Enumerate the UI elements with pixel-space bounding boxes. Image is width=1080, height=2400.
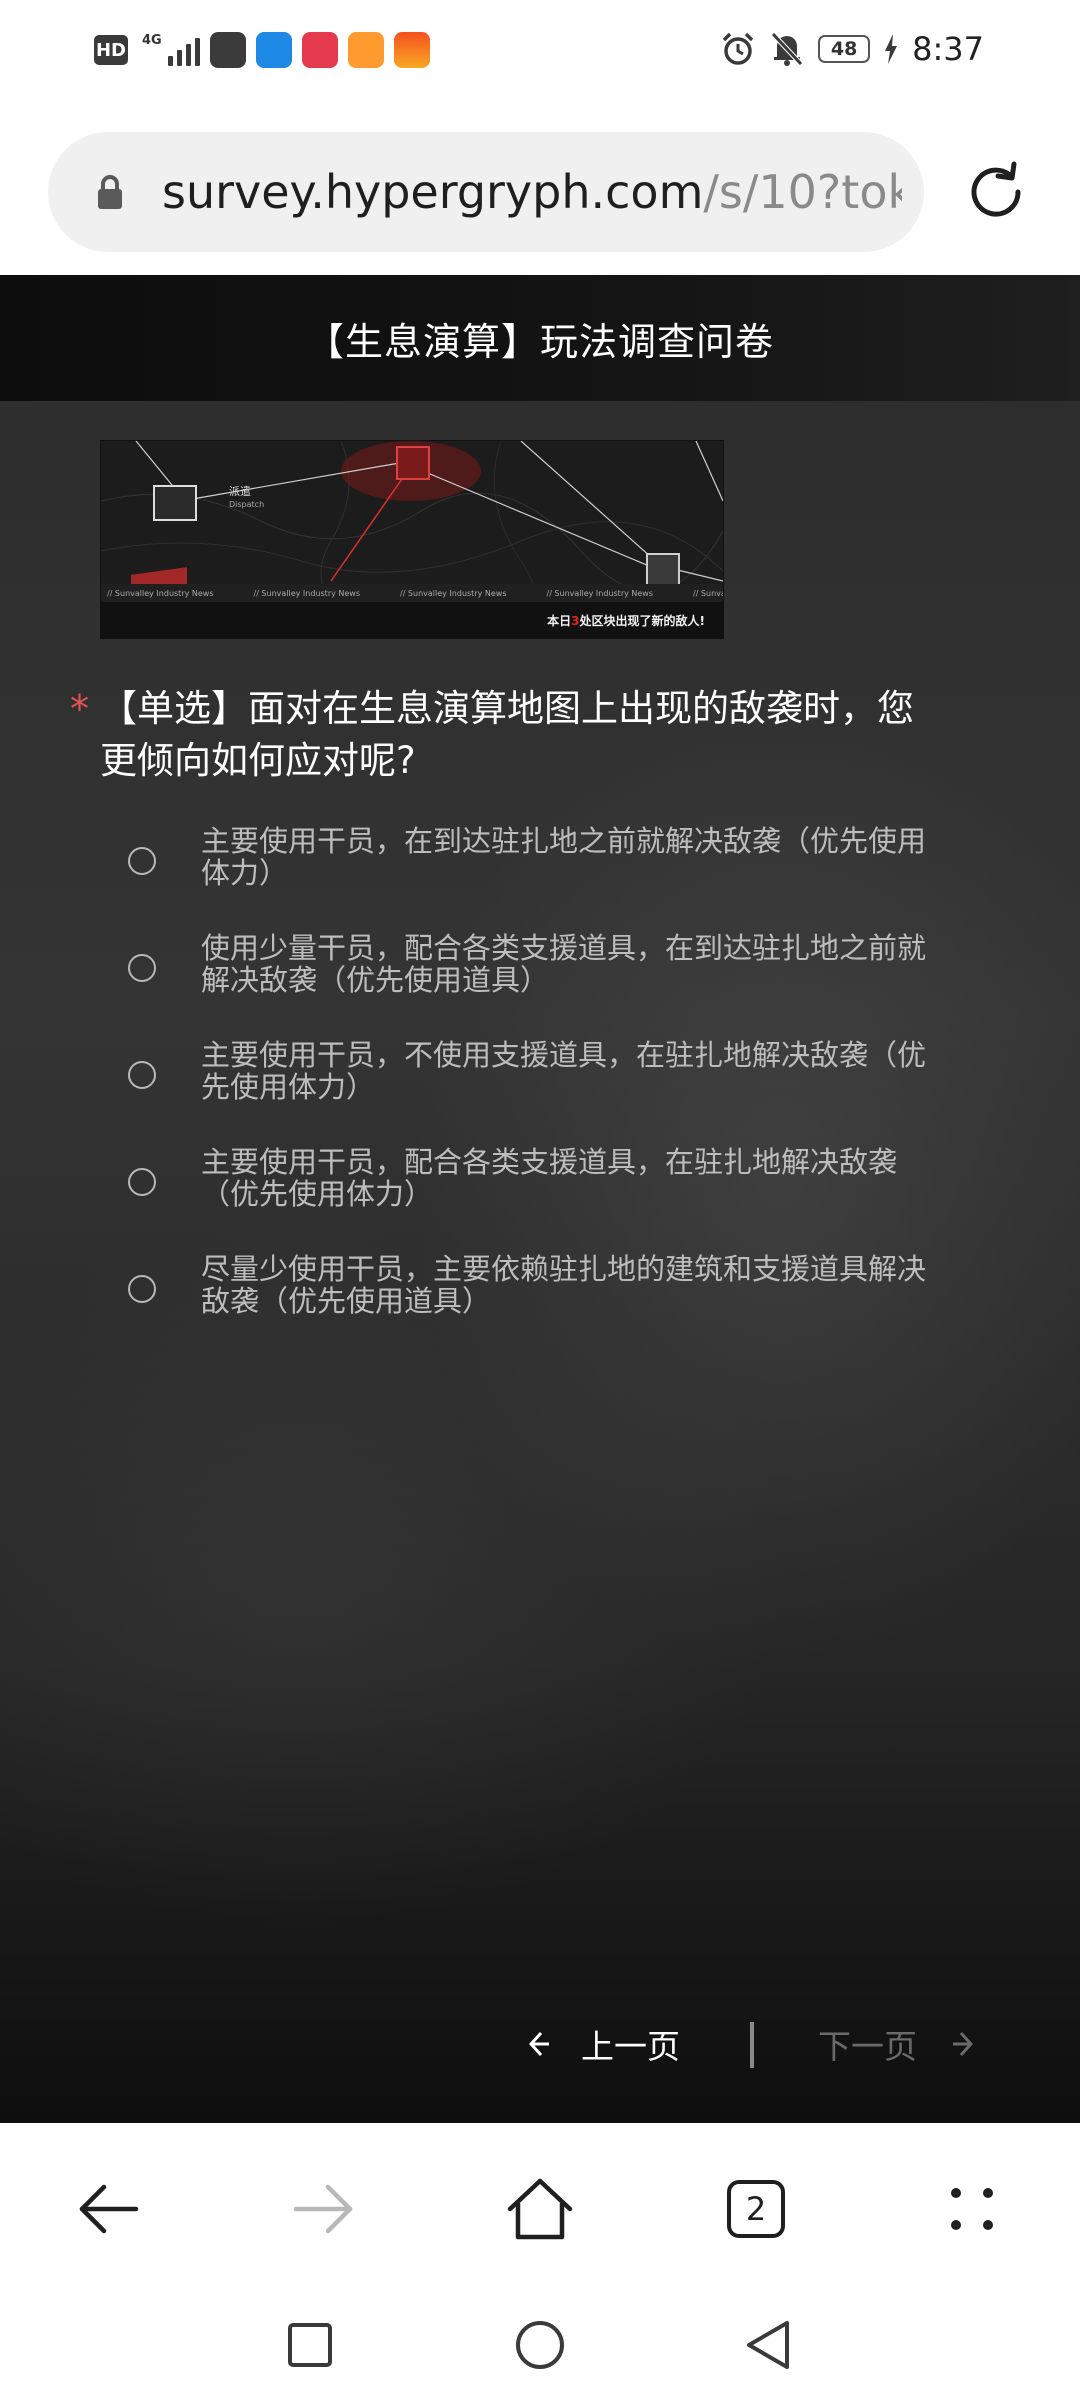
status-bar: HD 4G 48 8:37 — [0, 0, 1080, 110]
reload-icon[interactable] — [962, 158, 1030, 226]
back-nav-button[interactable] — [738, 2315, 798, 2375]
network-type: 4G — [142, 33, 162, 48]
radio-button[interactable] — [128, 1168, 156, 1196]
question-text: 【单选】面对在生息演算地图上出现的敌袭时，您更倾向如何应对呢? — [100, 687, 914, 782]
caption-suffix: 处区块出现了新的敌人! — [579, 614, 705, 628]
option-5[interactable]: 尽量少使用干员，主要依赖驻扎地的建筑和支援道具解决敌袭（优先使用道具） — [128, 1253, 948, 1360]
arrow-forward-icon — [293, 2184, 353, 2234]
survey-title: 【生息演算】玩法调查问卷 — [305, 319, 774, 364]
tabs-button[interactable]: 2 — [720, 2173, 792, 2245]
question-banner-image: 派遣 Dispatch // Sunvalley Industry News /… — [100, 440, 724, 639]
radio-button[interactable] — [128, 954, 156, 982]
option-label[interactable]: 主要使用干员，在到达驻扎地之前就解决敌袭（优先使用体力） — [201, 825, 936, 889]
map-node-icon — [646, 553, 680, 587]
option-3[interactable]: 主要使用干员，不使用支援道具，在驻扎地解决敌袭（优先使用体力） — [128, 1039, 948, 1146]
url-path: /s/10?toker — [703, 165, 902, 219]
books-app-icon — [301, 32, 338, 68]
radio-button[interactable] — [128, 847, 156, 875]
radio-button[interactable] — [128, 1061, 156, 1089]
browser-address-row: survey.hypergryph.com/s/10?toker — [0, 110, 1080, 275]
option-label[interactable]: 主要使用干员，配合各类支援道具，在驻扎地解决敌袭（优先使用体力） — [201, 1146, 936, 1210]
circle-icon — [516, 2321, 564, 2369]
back-button[interactable] — [72, 2173, 144, 2245]
option-label[interactable]: 主要使用干员，不使用支援道具，在驻扎地解决敌袭（优先使用体力） — [201, 1039, 936, 1103]
caption-highlight: 3 — [571, 614, 580, 628]
home-nav-button[interactable] — [510, 2315, 570, 2375]
address-bar[interactable]: survey.hypergryph.com/s/10?toker — [48, 132, 924, 252]
prev-page-button[interactable]: 上一页 — [525, 2020, 680, 2068]
news-ticker-item: // Sunvalley Industry News — [253, 588, 361, 598]
banner-caption: 本日3处区块出现了新的敌人! — [547, 612, 705, 629]
survey-header: 【生息演算】玩法调查问卷 — [0, 275, 1080, 401]
arrow-left-icon — [528, 2031, 549, 2057]
option-2[interactable]: 使用少量干员，配合各类支援道具，在到达驻扎地之前就解决敌袭（优先使用道具） — [128, 932, 948, 1039]
news-ticker-item: // Sunvalley Industry News — [546, 588, 654, 598]
battery-icon: 48 — [818, 35, 871, 63]
option-1[interactable]: 主要使用干员，在到达驻扎地之前就解决敌袭（优先使用体力） — [128, 825, 948, 932]
clock: 8:37 — [912, 30, 984, 68]
weather-app-icon — [255, 32, 292, 68]
radio-button[interactable] — [128, 1275, 156, 1303]
dispatch-icon — [153, 485, 197, 521]
answer-options: 主要使用干员，在到达驻扎地之前就解决敌袭（优先使用体力） 使用少量干员，配合各类… — [128, 825, 948, 1360]
notifications-muted-icon — [771, 32, 803, 66]
home-button[interactable] — [504, 2173, 576, 2245]
next-page-button[interactable]: 下一页 — [818, 2020, 977, 2068]
status-right-icons: 48 8:37 — [720, 30, 984, 68]
arrow-back-icon — [79, 2184, 139, 2234]
enemy-node-icon — [396, 446, 430, 480]
tabs-count-icon: 2 — [727, 2180, 785, 2238]
news-ticker-item: // Sunvalley Industry News — [693, 588, 723, 598]
video-app-icon — [347, 32, 384, 68]
option-4[interactable]: 主要使用干员，配合各类支援道具，在驻扎地解决敌袭（优先使用体力） — [128, 1146, 948, 1253]
hd-icon: HD — [94, 35, 128, 65]
pager-divider — [750, 2022, 754, 2068]
news-ticker-item: // Sunvalley Industry News — [400, 588, 507, 598]
arrow-right-icon — [953, 2031, 974, 2057]
survey-page: 【生息演算】玩法调查问卷 派遣 Dispatch // Sunvalley In… — [0, 275, 1080, 2123]
menu-button[interactable] — [936, 2173, 1008, 2245]
shopping-app-icon — [209, 32, 246, 68]
signal-icon: 4G — [142, 34, 200, 66]
more-grid-icon — [951, 2188, 993, 2230]
browser-toolbar: 2 — [0, 2123, 1080, 2293]
dispatch-label: 派遣 Dispatch — [229, 485, 264, 511]
forward-button[interactable] — [288, 2173, 360, 2245]
prev-page-label: 上一页 — [581, 2027, 680, 2066]
home-icon — [507, 2178, 573, 2240]
required-star: * — [70, 687, 89, 731]
question-block: * 【单选】面对在生息演算地图上出现的敌袭时，您更倾向如何应对呢? — [70, 683, 950, 787]
shop-app-icon — [393, 32, 430, 68]
pagination: 上一页 下一页 — [0, 2010, 1080, 2080]
charging-icon — [885, 34, 898, 64]
option-label[interactable]: 尽量少使用干员，主要依赖驻扎地的建筑和支援道具解决敌袭（优先使用道具） — [201, 1253, 936, 1317]
lock-icon — [98, 175, 122, 209]
dispatch-label-cn: 派遣 — [229, 485, 251, 498]
alarm-icon — [722, 32, 754, 65]
system-navigation-bar — [0, 2293, 1080, 2400]
option-label[interactable]: 使用少量干员，配合各类支援道具，在到达驻扎地之前就解决敌袭（优先使用道具） — [201, 932, 936, 996]
triangle-back-icon — [747, 2321, 789, 2369]
url-text[interactable]: survey.hypergryph.com/s/10?toker — [162, 165, 902, 219]
caption-prefix: 本日 — [547, 614, 572, 628]
url-host: survey.hypergryph.com — [162, 165, 704, 219]
square-icon — [288, 2323, 332, 2367]
news-ticker-item: // Sunvalley Industry News — [107, 588, 214, 598]
next-page-label: 下一页 — [818, 2027, 917, 2066]
status-left-icons: HD 4G — [94, 32, 430, 68]
dispatch-label-en: Dispatch — [229, 500, 265, 509]
news-ticker: // Sunvalley Industry News // Sunvalley … — [101, 584, 723, 602]
recents-button[interactable] — [280, 2315, 340, 2375]
